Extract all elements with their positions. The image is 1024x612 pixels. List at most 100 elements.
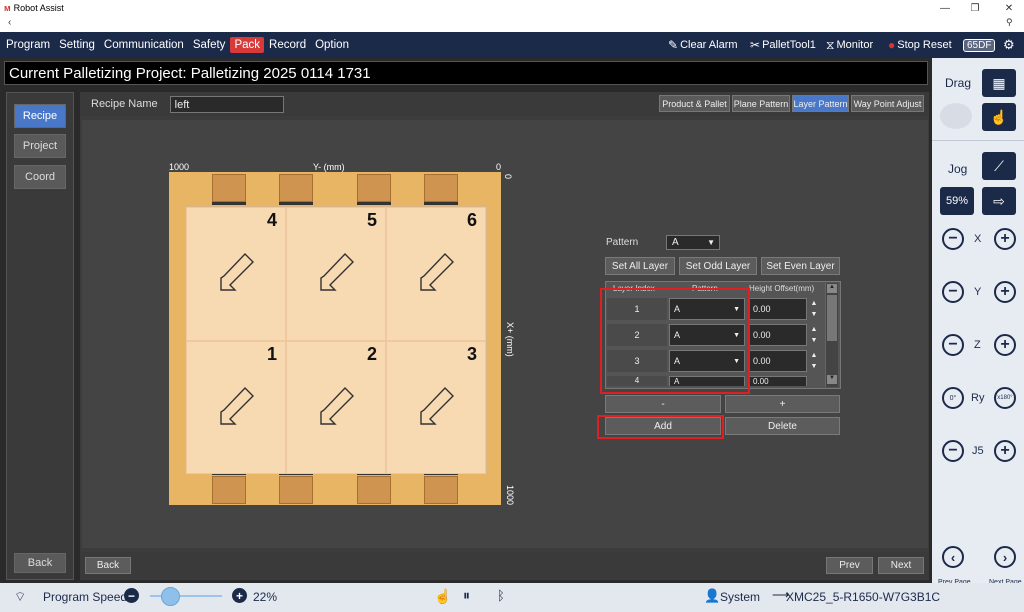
table-scrollbar[interactable]: ▲ ▼ bbox=[825, 283, 838, 387]
monitor-icon: ⧖ bbox=[826, 37, 835, 52]
step-up-icon[interactable]: ▲ bbox=[811, 326, 818, 333]
clear-alarm-button[interactable]: ✎ Clear Alarm bbox=[668, 32, 738, 58]
tab-way-point-adjust[interactable]: Way Point Adjust bbox=[851, 95, 924, 112]
step-up-icon[interactable]: ▲ bbox=[811, 300, 818, 307]
hand-icon[interactable]: ☝ bbox=[434, 588, 451, 605]
nav-recipe[interactable]: Recipe bbox=[14, 104, 66, 128]
drag-hand-button[interactable]: ☝ bbox=[982, 103, 1016, 131]
prev-button[interactable]: Prev bbox=[826, 557, 873, 574]
user-label: System bbox=[720, 590, 761, 604]
row-offset-input[interactable]: 0.00 bbox=[749, 324, 807, 346]
row-offset-input[interactable]: 0.00 bbox=[749, 298, 807, 320]
highlight-box bbox=[597, 415, 724, 439]
box-cell[interactable]: 5 bbox=[286, 207, 386, 341]
delete-button[interactable]: Delete bbox=[725, 417, 840, 435]
next-page-button[interactable]: › bbox=[994, 546, 1016, 568]
status-bar: ⌔ Program Speed − + 22% ☝ ⏸ ᛒ 👤 System ⟶… bbox=[0, 583, 1024, 612]
menu-option[interactable]: Option bbox=[311, 37, 353, 53]
menu-record[interactable]: Record bbox=[265, 37, 310, 53]
status-badge: 65DF bbox=[963, 32, 996, 58]
row-offset-input[interactable]: 0.00 bbox=[749, 376, 807, 386]
step-up-icon[interactable]: ▲ bbox=[811, 352, 818, 359]
menu-pack[interactable]: Pack bbox=[230, 37, 265, 53]
step-down-icon[interactable]: ▼ bbox=[811, 311, 818, 318]
monitor-button[interactable]: ⧖ Monitor bbox=[826, 32, 873, 58]
speed-slider-thumb[interactable] bbox=[161, 587, 180, 606]
drag-toggle[interactable] bbox=[940, 103, 972, 129]
y-plus-button[interactable]: + bbox=[994, 281, 1016, 303]
row-stepper[interactable]: ▲ ▼ bbox=[807, 350, 821, 372]
scroll-up-icon[interactable]: ▲ bbox=[827, 284, 837, 293]
drag-grid-button[interactable]: ▦ bbox=[982, 69, 1016, 97]
jog-speed-button[interactable]: 59% bbox=[940, 187, 974, 215]
box-cell[interactable]: 3 bbox=[386, 341, 486, 474]
tab-layer-pattern[interactable]: Layer Pattern bbox=[792, 95, 849, 112]
pattern-select[interactable]: A ▼ bbox=[666, 235, 720, 250]
next-button[interactable]: Next bbox=[878, 557, 924, 574]
recipe-name-input[interactable]: left bbox=[169, 95, 284, 113]
box-cell[interactable]: 1 bbox=[186, 341, 286, 474]
arrow-right-icon: ⇨ bbox=[993, 192, 1005, 209]
sub-bar: ‹ ⚲ bbox=[0, 16, 1024, 32]
pallet-tool-button[interactable]: ✂ PalletTool1 bbox=[750, 32, 816, 58]
bluetooth-icon[interactable]: ᛒ bbox=[497, 588, 505, 603]
step-down-icon[interactable]: ▼ bbox=[811, 363, 818, 370]
ry-minus-button[interactable]: 0° bbox=[942, 387, 964, 409]
menu-safety[interactable]: Safety bbox=[189, 37, 230, 53]
direction-arrow-icon bbox=[420, 386, 454, 425]
set-even-layer-button[interactable]: Set Even Layer bbox=[761, 257, 840, 275]
box-cell[interactable]: 2 bbox=[286, 341, 386, 474]
step-down-icon[interactable]: ▼ bbox=[811, 337, 818, 344]
close-icon[interactable]: ✕ bbox=[994, 0, 1024, 16]
stop-reset-button[interactable]: ● Stop Reset bbox=[888, 32, 952, 58]
z-minus-button[interactable]: − bbox=[942, 334, 964, 356]
row-stepper[interactable]: ▲ ▼ bbox=[807, 324, 821, 346]
jog-step-button[interactable]: ⇨ bbox=[982, 187, 1016, 215]
back-chevron-icon[interactable]: ‹ bbox=[8, 17, 11, 28]
jog-mode-button[interactable]: ⟋ bbox=[982, 152, 1016, 180]
add-layer-plus-button[interactable]: + bbox=[725, 395, 840, 413]
speed-plus-button[interactable]: + bbox=[232, 588, 247, 603]
set-all-layer-button[interactable]: Set All Layer bbox=[605, 257, 675, 275]
divider bbox=[932, 140, 1024, 141]
maximize-icon[interactable]: ❐ bbox=[960, 0, 990, 16]
ry-plus-button[interactable]: x180° bbox=[994, 387, 1016, 409]
x-minus-button[interactable]: − bbox=[942, 228, 964, 250]
search-icon[interactable]: ⚲ bbox=[1006, 17, 1013, 28]
speed-minus-button[interactable]: − bbox=[124, 588, 139, 603]
menu-program[interactable]: Program bbox=[2, 37, 54, 53]
row-stepper[interactable]: ▲ ▼ bbox=[807, 298, 821, 320]
set-odd-layer-button[interactable]: Set Odd Layer bbox=[679, 257, 757, 275]
direction-arrow-icon bbox=[220, 386, 254, 425]
menu-setting[interactable]: Setting bbox=[55, 37, 99, 53]
scroll-down-icon[interactable]: ▼ bbox=[827, 375, 837, 384]
robot-arm-icon: ⟋ bbox=[994, 157, 1004, 174]
x-plus-button[interactable]: + bbox=[994, 228, 1016, 250]
nav-project[interactable]: Project bbox=[14, 134, 66, 158]
project-title: Current Palletizing Project: Palletizing… bbox=[4, 61, 928, 85]
box-cell[interactable]: 6 bbox=[386, 207, 486, 341]
back-button-left[interactable]: Back bbox=[14, 553, 66, 573]
z-plus-button[interactable]: + bbox=[994, 334, 1016, 356]
scroll-thumb[interactable] bbox=[827, 295, 837, 341]
pallet-block-edge bbox=[357, 202, 391, 205]
remove-layer-button[interactable]: - bbox=[605, 395, 721, 413]
y-axis-top-tick: 0 bbox=[503, 174, 513, 180]
tab-product-pallet[interactable]: Product & Pallet bbox=[659, 95, 730, 112]
dropdown-arrow-icon: ▼ bbox=[707, 238, 715, 247]
row-offset-input[interactable]: 0.00 bbox=[749, 350, 807, 372]
box-cell[interactable]: 4 bbox=[186, 207, 286, 341]
x-axis-left-tick: 1000 bbox=[169, 162, 190, 172]
pallet-block-edge bbox=[212, 202, 246, 205]
j5-plus-button[interactable]: + bbox=[994, 440, 1016, 462]
y-minus-button[interactable]: − bbox=[942, 281, 964, 303]
robot-icon[interactable]: ⚙ bbox=[1003, 32, 1015, 58]
pause-icon[interactable]: ⏸ bbox=[463, 587, 470, 604]
back-button[interactable]: Back bbox=[85, 557, 131, 574]
minimize-icon[interactable]: — bbox=[930, 0, 960, 16]
menu-communication[interactable]: Communication bbox=[100, 37, 188, 53]
j5-minus-button[interactable]: − bbox=[942, 440, 964, 462]
nav-coord[interactable]: Coord bbox=[14, 165, 66, 189]
prev-page-button[interactable]: ‹ bbox=[942, 546, 964, 568]
tab-plane-pattern[interactable]: Plane Pattern bbox=[732, 95, 790, 112]
